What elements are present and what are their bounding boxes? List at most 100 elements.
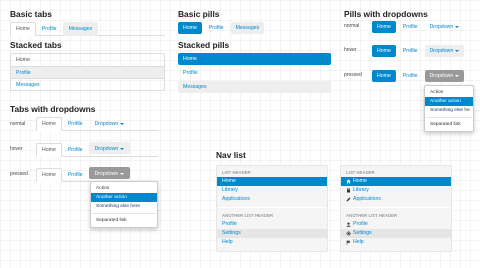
menu-divider xyxy=(92,213,156,214)
pill-profile[interactable]: Profile xyxy=(204,22,229,34)
menu-item-separated-link[interactable]: Separated link xyxy=(425,120,473,129)
menu-item-separated-link[interactable]: Separated link xyxy=(91,216,157,225)
state-label-hover: hover xyxy=(344,47,357,53)
menu-item-something-else[interactable]: Something else he xyxy=(425,106,473,115)
tab-profile[interactable]: Profile xyxy=(62,168,89,182)
stacked-pill-home[interactable]: Home xyxy=(178,53,331,65)
pills-dropdown-pressed: Home Profile Dropdown xyxy=(372,70,465,82)
menu-item-action[interactable]: Action xyxy=(425,88,473,97)
home-icon xyxy=(346,179,351,184)
tab-home[interactable]: Home xyxy=(10,22,36,36)
stacked-tab-messages[interactable]: Messages xyxy=(11,78,164,90)
pill-dropdown[interactable]: Dropdown xyxy=(424,45,465,57)
user-icon xyxy=(346,222,351,227)
pill-dropdown[interactable]: Dropdown xyxy=(425,21,465,33)
pill-profile[interactable]: Profile xyxy=(398,45,423,57)
menu-item-something-else[interactable]: Something else here xyxy=(91,202,157,211)
state-label-normal: normal xyxy=(10,121,26,127)
pill-dropdown-label: Dropdown xyxy=(429,73,454,79)
pill-dropdown-label: Dropdown xyxy=(429,48,454,54)
stacked-pill-messages[interactable]: Messages xyxy=(178,81,331,93)
nav-list-item-label: Home xyxy=(353,178,367,184)
tabs-dropdown-normal: Home Profile Dropdown xyxy=(36,117,158,131)
caret-down-icon xyxy=(120,122,125,125)
pill-home[interactable]: Home xyxy=(178,22,202,34)
stacked-tabs: Home Profile Messages xyxy=(10,53,165,91)
tabs-dropdown-menu: Action Another action Something else her… xyxy=(90,181,158,228)
nav-list-item-label: Settings xyxy=(353,230,372,236)
state-label-normal: normal xyxy=(344,23,360,29)
basic-tabs-heading: Basic tabs xyxy=(10,9,52,19)
tab-profile[interactable]: Profile xyxy=(36,22,63,36)
nav-list-item-applications[interactable]: Applications xyxy=(217,195,327,204)
stacked-tab-profile[interactable]: Profile xyxy=(11,66,164,78)
pill-profile[interactable]: Profile xyxy=(398,21,423,33)
stacked-pills: Home Profile Messages xyxy=(178,53,331,95)
nav-list-heading: Nav list xyxy=(216,150,246,160)
tab-dropdown-label: Dropdown xyxy=(94,171,119,177)
stacked-pill-profile[interactable]: Profile xyxy=(178,67,331,79)
nav-list-plain: LIST HEADER Home Library Applications AN… xyxy=(216,165,328,252)
pill-messages[interactable]: Messages xyxy=(230,22,265,34)
pencil-icon xyxy=(346,197,351,202)
basic-pills-heading: Basic pills xyxy=(178,9,220,19)
basic-pills: Home Profile Messages xyxy=(178,22,265,34)
tab-messages[interactable]: Messages xyxy=(62,22,99,36)
nav-list-header: ANOTHER LIST HEADER xyxy=(346,213,398,218)
caret-down-icon xyxy=(120,147,125,150)
caret-down-icon xyxy=(455,49,460,52)
tab-profile[interactable]: Profile xyxy=(62,117,89,131)
pill-dropdown-label: Dropdown xyxy=(429,24,454,30)
tab-profile[interactable]: Profile xyxy=(62,143,89,157)
menu-item-action[interactable]: Action xyxy=(91,184,157,193)
pill-profile[interactable]: Profile xyxy=(398,70,423,82)
pills-dropdown-menu: Action Another action Something else he … xyxy=(424,85,474,132)
stacked-tabs-heading: Stacked tabs xyxy=(10,40,62,50)
caret-down-icon xyxy=(120,172,125,175)
nav-list-item-label: Profile xyxy=(353,221,368,227)
nav-list-divider xyxy=(342,207,450,208)
stacked-pills-heading: Stacked pills xyxy=(178,40,230,50)
nav-list-item-profile[interactable]: Profile xyxy=(217,220,327,229)
tab-home[interactable]: Home xyxy=(36,168,62,182)
nav-list-item-label: Help xyxy=(353,239,364,245)
menu-item-another-action[interactable]: Another action xyxy=(425,97,473,106)
menu-item-another-action[interactable]: Another action xyxy=(91,193,157,202)
tab-home[interactable]: Home xyxy=(36,117,62,131)
tab-dropdown[interactable]: Dropdown xyxy=(89,117,131,131)
tabs-dropdown-pressed: Home Profile Dropdown xyxy=(36,167,158,182)
tabs-dropdowns-heading: Tabs with dropdowns xyxy=(10,104,96,114)
nav-list-item-home[interactable]: Home xyxy=(341,177,451,186)
nav-list-item-settings[interactable]: Settings xyxy=(217,229,327,238)
nav-list-item-help[interactable]: Help xyxy=(341,238,451,247)
nav-list-item-label: Library xyxy=(353,187,369,193)
nav-list-icons: LIST HEADER Home Library Applications AN… xyxy=(340,165,452,252)
tab-dropdown-label: Dropdown xyxy=(94,121,119,127)
nav-list-header: LIST HEADER xyxy=(346,170,375,175)
nav-list-divider xyxy=(218,207,326,208)
state-label-pressed: pressed xyxy=(10,171,28,177)
nav-list-header: ANOTHER LIST HEADER xyxy=(222,213,274,218)
stacked-tab-home[interactable]: Home xyxy=(11,54,164,66)
nav-list-item-home[interactable]: Home xyxy=(217,177,327,186)
caret-down-icon xyxy=(455,25,460,28)
basic-tabs: Home Profile Messages xyxy=(10,22,165,36)
gear-icon xyxy=(346,231,351,236)
tab-home[interactable]: Home xyxy=(36,143,62,157)
pill-home[interactable]: Home xyxy=(372,45,396,57)
pill-home[interactable]: Home xyxy=(372,70,396,82)
nav-list-item-help[interactable]: Help xyxy=(217,238,327,247)
tab-dropdown[interactable]: Dropdown xyxy=(88,167,131,179)
nav-list-item-applications[interactable]: Applications xyxy=(341,195,451,204)
pills-dropdown-hover: Home Profile Dropdown xyxy=(372,45,465,57)
book-icon xyxy=(346,188,351,193)
nav-list-item-library[interactable]: Library xyxy=(341,186,451,195)
tab-dropdown[interactable]: Dropdown xyxy=(88,142,131,154)
pill-home[interactable]: Home xyxy=(372,21,396,33)
tab-dropdown-label: Dropdown xyxy=(94,146,119,152)
pill-dropdown[interactable]: Dropdown xyxy=(424,70,465,82)
nav-list-item-library[interactable]: Library xyxy=(217,186,327,195)
nav-list-item-profile[interactable]: Profile xyxy=(341,220,451,229)
nav-list-item-settings[interactable]: Settings xyxy=(341,229,451,238)
flag-icon xyxy=(346,240,351,245)
